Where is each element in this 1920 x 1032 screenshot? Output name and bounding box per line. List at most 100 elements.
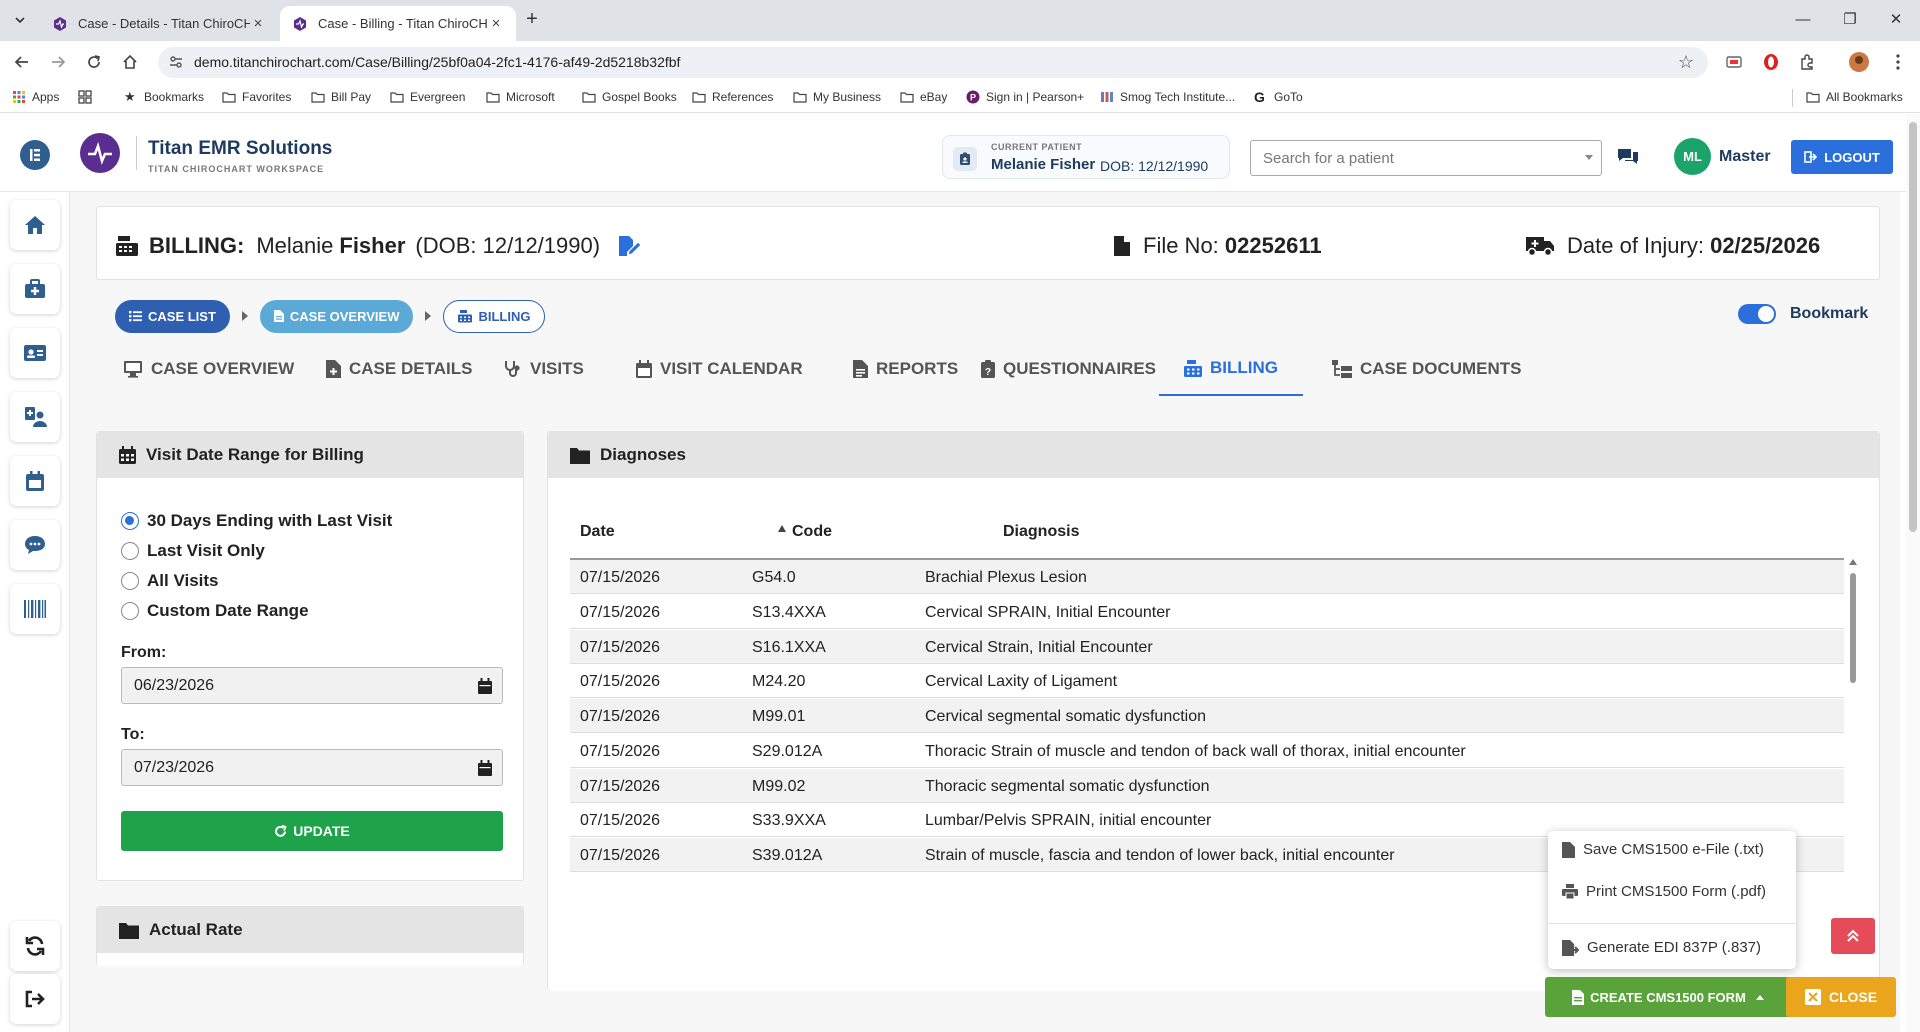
sidebar-messages[interactable] <box>10 520 60 570</box>
forward-icon[interactable] <box>46 50 70 74</box>
bookmark-my-business[interactable]: My Business <box>793 90 881 104</box>
tab-billing[interactable]: BILLING <box>1159 342 1303 396</box>
user-name[interactable]: Master <box>1719 148 1771 166</box>
toggle-switch[interactable] <box>1738 304 1776 324</box>
browser-menu-icon[interactable] <box>1886 50 1910 74</box>
sidebar-cases[interactable] <box>10 264 60 314</box>
radio-button[interactable] <box>121 602 139 620</box>
sidebar-patients[interactable] <box>10 328 60 378</box>
table-row[interactable]: 07/15/2026 S16.1XXA Cervical Strain, Initi… <box>570 629 1844 664</box>
window-close-icon[interactable]: ✕ <box>1884 8 1908 32</box>
close-button[interactable]: CLOSE <box>1786 977 1896 1017</box>
close-tab-icon[interactable]: × <box>488 15 504 32</box>
bookmark-favorites[interactable]: Favorites <box>222 90 291 104</box>
breadcrumb-case-list[interactable]: CASE LIST <box>115 299 230 333</box>
update-button[interactable]: UPDATE <box>121 811 503 851</box>
home-icon[interactable] <box>118 50 142 74</box>
page-scrollbar[interactable] <box>1906 114 1920 1032</box>
radio-last-visit[interactable]: Last Visit Only <box>121 536 392 566</box>
new-tab-button[interactable]: + <box>522 9 542 30</box>
tab-case-documents[interactable]: CASE DOCUMENTS <box>1332 342 1522 396</box>
radio-button[interactable] <box>121 572 139 590</box>
bookmark-evergreen[interactable]: Evergreen <box>390 90 465 104</box>
reload-icon[interactable] <box>82 50 106 74</box>
scroll-to-top-button[interactable] <box>1831 918 1875 954</box>
bookmark-references[interactable]: References <box>692 90 773 104</box>
radio-all-visits[interactable]: All Visits <box>121 566 392 596</box>
current-patient-card[interactable]: CURRENT PATIENT Melanie Fisher DOB: 12/1… <box>942 135 1230 179</box>
bookmark-star-icon[interactable]: ☆ <box>1678 52 1694 73</box>
tab-case-overview[interactable]: CASE OVERVIEW <box>123 342 294 396</box>
opera-extension-icon[interactable] <box>1762 53 1780 71</box>
bookmark-bill-pay[interactable]: Bill Pay <box>311 90 371 104</box>
table-row[interactable]: 07/15/2026 S29.012A Thoracic Strain of mus… <box>570 734 1844 768</box>
tab-questionnaires[interactable]: ? QUESTIONNAIRES <box>981 342 1156 396</box>
radio-button[interactable] <box>121 512 139 530</box>
table-row[interactable]: 07/15/2026 G54.0 Brachial Plexus Lesion <box>570 560 1844 594</box>
menu-toggle-icon[interactable] <box>20 140 50 170</box>
calendar-icon[interactable] <box>478 760 492 776</box>
table-row[interactable]: 07/15/2026 M99.02 Thoracic segmental somat… <box>570 768 1844 803</box>
edit-patient-icon[interactable] <box>616 234 642 258</box>
back-icon[interactable] <box>10 50 34 74</box>
calendar-icon[interactable] <box>478 678 492 694</box>
profile-avatar-icon[interactable] <box>1848 51 1870 73</box>
column-header-code[interactable]: Code <box>792 522 832 558</box>
user-avatar[interactable]: ML <box>1674 138 1711 175</box>
radio-button[interactable] <box>121 542 139 560</box>
tab-visits[interactable]: VISITS <box>504 342 584 396</box>
to-date-input[interactable]: 07/23/2026 <box>121 749 503 786</box>
messages-icon[interactable] <box>1616 147 1640 167</box>
bookmark-goto[interactable]: G GoTo <box>1254 90 1303 104</box>
page-scrollbar-thumb[interactable] <box>1909 122 1917 532</box>
bookmark-pearson[interactable]: P Sign in | Pearson+ <box>966 90 1084 104</box>
sidebar-refresh[interactable] <box>10 921 60 971</box>
cast-icon[interactable] <box>1725 53 1743 71</box>
bookmark-microsoft[interactable]: Microsoft <box>486 90 555 104</box>
table-row[interactable]: 07/15/2026 M99.01 Cervical segmental somat… <box>570 699 1844 733</box>
tab-reports[interactable]: REPORTS <box>853 342 958 396</box>
radio-custom-range[interactable]: Custom Date Range <box>121 596 392 626</box>
bookmark-apps[interactable]: Apps <box>12 90 59 104</box>
all-bookmarks[interactable]: All Bookmarks <box>1806 90 1903 104</box>
menu-item-print-form[interactable]: Print CMS1500 Form (.pdf) <box>1562 883 1766 900</box>
column-header-date[interactable]: Date <box>580 522 786 558</box>
browser-tab-case-billing[interactable]: Case - Billing - Titan ChiroCHAR × <box>280 6 516 41</box>
tab-case-details[interactable]: CASE DETAILS <box>326 342 472 396</box>
extensions-icon[interactable] <box>1798 53 1816 71</box>
sidebar-home[interactable] <box>10 200 60 250</box>
tab-groups-icon[interactable] <box>78 90 98 104</box>
logout-button[interactable]: LOGOUT <box>1791 140 1893 174</box>
table-row[interactable]: 07/15/2026 S13.4XXA Cervical SPRAIN, Initi… <box>570 595 1844 629</box>
close-tab-icon[interactable]: × <box>250 15 266 32</box>
restore-icon[interactable]: ❐ <box>1838 8 1862 32</box>
table-scrollbar[interactable] <box>1848 559 1858 837</box>
table-row[interactable]: 07/15/2026 M24.20 Cervical Laxity of Ligam… <box>570 664 1844 699</box>
menu-item-generate-edi[interactable]: Generate EDI 837P (.837) <box>1562 939 1761 956</box>
sidebar-doctors[interactable] <box>10 392 60 442</box>
from-date-input[interactable]: 06/23/2026 <box>121 667 503 704</box>
breadcrumb-billing[interactable]: BILLING <box>443 299 546 333</box>
bookmark-bookmarks[interactable]: ★ Bookmarks <box>124 90 204 105</box>
sidebar-barcode[interactable] <box>10 584 60 634</box>
tab-visit-calendar[interactable]: VISIT CALENDAR <box>636 342 803 396</box>
radio-30-days[interactable]: 30 Days Ending with Last Visit <box>121 506 392 536</box>
site-info-icon[interactable] <box>168 54 184 70</box>
minimize-icon[interactable]: — <box>1791 8 1815 32</box>
patient-search-select[interactable]: Search for a patient <box>1250 140 1602 176</box>
bookmark-smog-tech[interactable]: Smog Tech Institute... <box>1100 90 1235 104</box>
tab-search-icon[interactable] <box>8 8 32 32</box>
browser-tab-case-details[interactable]: Case - Details - Titan ChiroCHAR × <box>40 6 278 41</box>
bookmark-gospel-books[interactable]: Gospel Books <box>582 90 677 104</box>
sidebar-calendar[interactable] <box>10 456 60 506</box>
breadcrumb-case-overview[interactable]: CASE OVERVIEW <box>259 299 414 333</box>
menu-item-save-efile[interactable]: Save CMS1500 e-File (.txt) <box>1562 841 1764 858</box>
create-cms1500-button[interactable]: CREATE CMS1500 FORM <box>1545 977 1791 1017</box>
bookmark-ebay[interactable]: eBay <box>900 90 947 104</box>
sidebar-signout[interactable] <box>10 974 60 1024</box>
address-bar[interactable]: demo.titanchirochart.com/Case/Billing/25… <box>158 47 1708 78</box>
column-header-diagnosis[interactable]: Diagnosis <box>1003 522 1079 558</box>
scrollbar-thumb[interactable] <box>1850 573 1856 683</box>
bookmark-toggle[interactable]: Bookmark <box>1738 304 1868 324</box>
scroll-up-icon[interactable] <box>1849 559 1857 565</box>
